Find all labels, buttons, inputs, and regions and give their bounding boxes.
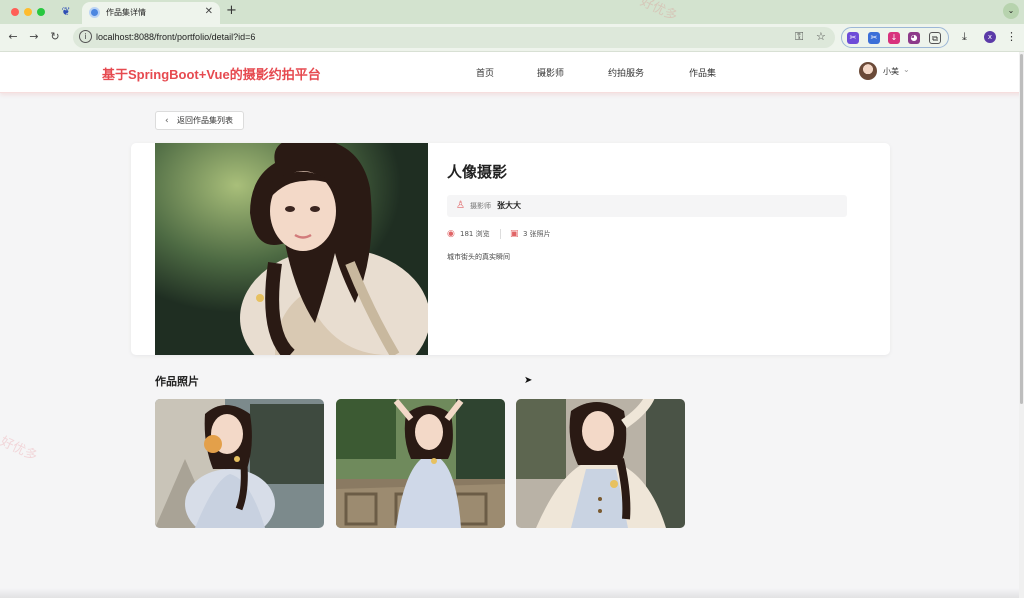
back-to-list-button[interactable]: ‹ 返回作品集列表	[155, 111, 244, 130]
window-close-button[interactable]	[11, 8, 19, 16]
person-icon: ♙	[456, 200, 465, 211]
photo-thumbnail-2[interactable]	[336, 399, 505, 528]
photo-count: 3 张照片	[523, 230, 551, 238]
user-avatar[interactable]	[859, 62, 877, 80]
site-header: 基于SpringBoot+Vue的摄影约拍平台 首页 摄影师 约拍服务 作品集 …	[0, 52, 1024, 93]
eye-icon: ◉	[447, 229, 455, 239]
cover-photo-illustration	[155, 143, 428, 355]
tab-favicon-icon	[89, 7, 100, 18]
page-scrollbar[interactable]	[1019, 52, 1024, 598]
tab-title: 作品集详情	[106, 8, 146, 17]
window-maximize-button[interactable]	[37, 8, 45, 16]
back-arrow-icon[interactable]: ←	[5, 29, 21, 45]
photo-1-illustration	[155, 399, 324, 528]
scrollbar-thumb[interactable]	[1020, 54, 1023, 404]
photo-2-illustration	[336, 399, 505, 528]
photographer-info[interactable]: ♙ 摄影师 张大大	[447, 195, 847, 217]
new-tab-button[interactable]: +	[226, 3, 237, 19]
extension-mascot-icon[interactable]: ◕	[908, 32, 920, 44]
site-brand[interactable]: 基于SpringBoot+Vue的摄影约拍平台	[102, 64, 321, 83]
nav-photographers[interactable]: 摄影师	[537, 66, 564, 79]
key-icon[interactable]: ⚿	[795, 29, 803, 45]
forward-arrow-icon[interactable]: →	[26, 29, 42, 45]
window-minimize-button[interactable]	[24, 8, 32, 16]
tab-search-chevron-icon[interactable]: ⌄	[1003, 3, 1019, 19]
photo-3-illustration	[516, 399, 685, 528]
browser-tab-bar: ❦ 作品集详情 ✕ + ⌄	[0, 0, 1024, 24]
mouse-cursor-icon: ➤	[524, 375, 533, 386]
tab-close-icon[interactable]: ✕	[205, 5, 213, 19]
browser-menu-icon[interactable]: ⋮	[1006, 29, 1017, 45]
cover-photo[interactable]	[155, 143, 428, 355]
url-text[interactable]: localhost:8088/front/portfolio/detail?id…	[96, 30, 255, 44]
star-icon[interactable]: ☆	[816, 29, 826, 45]
user-name[interactable]: 小美	[883, 66, 899, 77]
watermark-left: 好优多	[0, 434, 40, 465]
browser-tab-active[interactable]: 作品集详情 ✕	[82, 2, 220, 24]
bottom-shadow	[0, 588, 1019, 598]
view-count: 181 浏览	[460, 230, 490, 238]
nav-services[interactable]: 约拍服务	[608, 66, 644, 79]
back-to-list-label: 返回作品集列表	[177, 116, 233, 125]
stats-divider	[500, 229, 501, 239]
image-icon: ▣	[510, 229, 519, 239]
extension-scissors-icon[interactable]: ✂	[847, 32, 859, 44]
extension-puzzle-icon[interactable]: ⧉	[929, 32, 941, 44]
pinned-tab-icon[interactable]: ❦	[59, 5, 73, 19]
portfolio-title: 人像摄影	[447, 163, 508, 181]
browser-toolbar: ← → ↻ i localhost:8088/front/portfolio/d…	[0, 24, 1024, 52]
profile-avatar[interactable]: x	[984, 31, 996, 43]
portfolio-description: 城市街头的真实瞬间	[447, 253, 510, 261]
extensions-group: ✂ ✂ ↓ ◕ ⧉	[841, 27, 949, 48]
chevron-left-icon: ‹	[165, 116, 169, 126]
portfolio-detail-card: 人像摄影 ♙ 摄影师 张大大 ◉ 181 浏览 ▣ 3 张照片 城市街头的真实瞬…	[131, 143, 890, 355]
photographer-name[interactable]: 张大大	[497, 200, 521, 211]
nav-portfolio[interactable]: 作品集	[689, 66, 716, 79]
photo-thumbnail-3[interactable]	[516, 399, 685, 528]
download-icon[interactable]: ⤓	[962, 29, 967, 45]
address-bar[interactable]: i localhost:8088/front/portfolio/detail?…	[73, 27, 835, 48]
photos-section-title: 作品照片	[155, 375, 199, 388]
reload-icon[interactable]: ↻	[47, 29, 63, 45]
site-info-icon[interactable]: i	[79, 30, 92, 43]
photo-thumbnail-1[interactable]	[155, 399, 324, 528]
photographer-label: 摄影师	[470, 202, 491, 210]
extension-cut-icon[interactable]: ✂	[868, 32, 880, 44]
extension-download-icon[interactable]: ↓	[888, 32, 900, 44]
chevron-down-icon[interactable]: ⌄	[903, 65, 910, 74]
nav-home[interactable]: 首页	[476, 66, 494, 79]
